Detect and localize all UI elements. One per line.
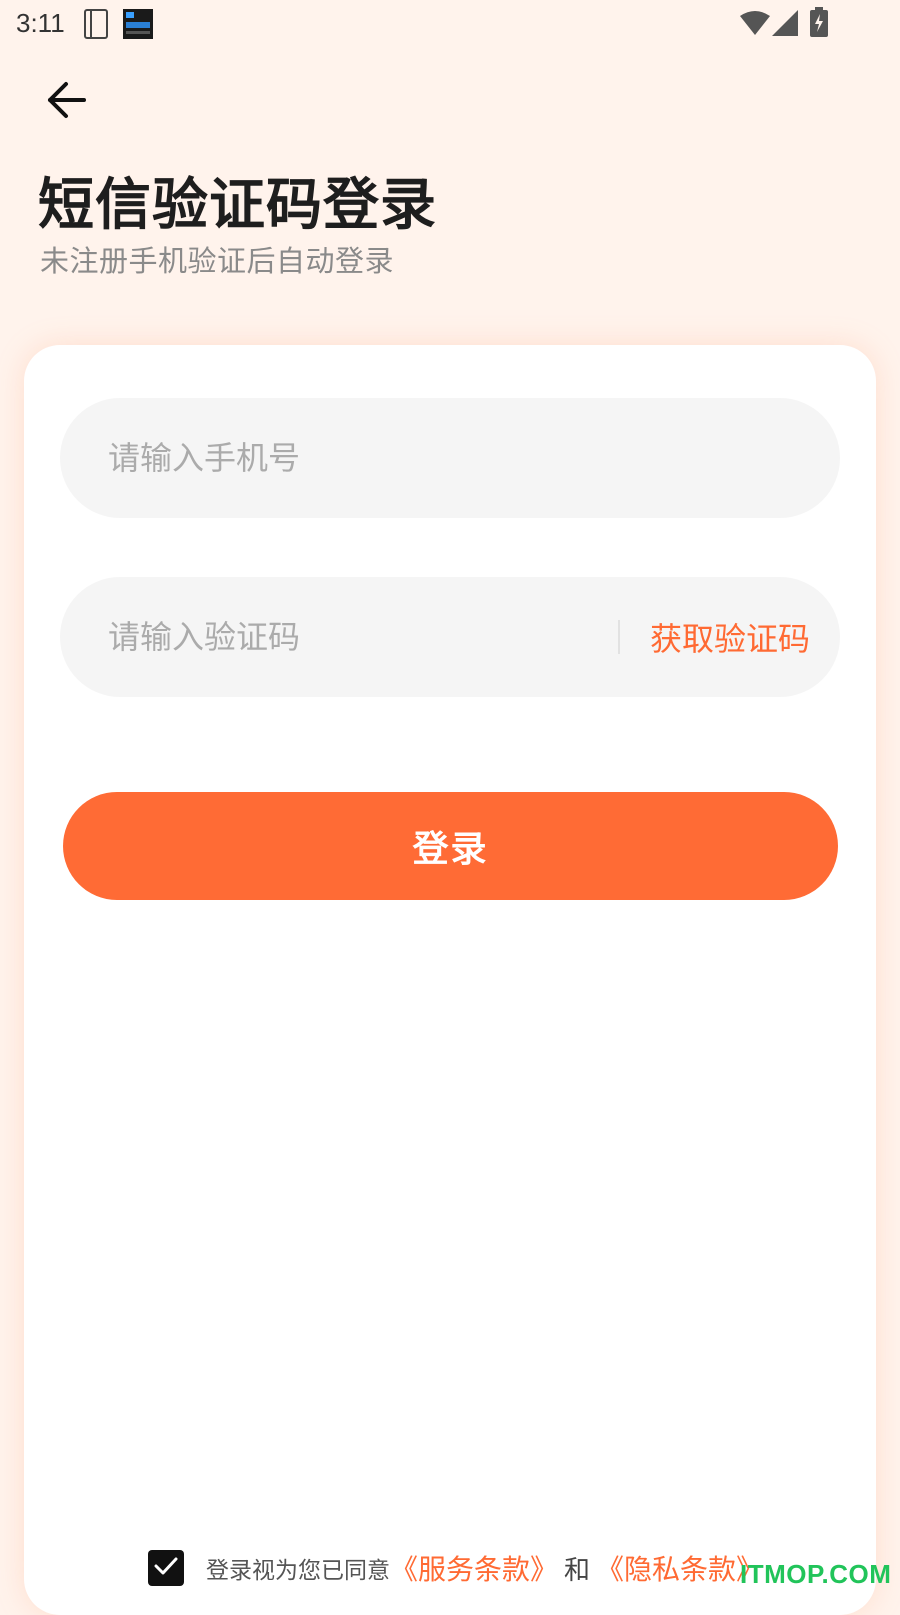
service-terms-link[interactable]: 《服务条款》 <box>390 1548 558 1588</box>
battery-charging-icon <box>810 7 828 41</box>
page-subtitle: 未注册手机验证后自动登录 <box>40 244 395 278</box>
verification-code-input[interactable] <box>108 577 608 697</box>
arrow-left-icon <box>44 80 88 124</box>
code-input-container: 获取验证码 <box>60 577 840 697</box>
agreement-checkbox[interactable] <box>148 1550 184 1586</box>
privacy-terms-link[interactable]: 《隐私条款》 <box>596 1548 764 1588</box>
phone-input-container <box>60 398 840 518</box>
status-bar: 3:11 <box>0 0 900 48</box>
page-title: 短信验证码登录 <box>38 173 437 238</box>
checkmark-icon <box>154 1556 178 1580</box>
app-notification-icon <box>123 9 153 43</box>
code-divider <box>618 620 620 654</box>
get-code-button[interactable]: 获取验证码 <box>640 577 820 697</box>
login-card <box>24 345 876 1615</box>
wifi-icon <box>740 10 770 40</box>
agreement-row: 登录视为您已同意 《服务条款》 和 《隐私条款》 <box>148 1548 764 1588</box>
agreement-prefix: 登录视为您已同意 <box>206 1558 390 1584</box>
sim-card-icon <box>82 9 110 43</box>
login-button[interactable]: 登录 <box>63 792 838 900</box>
status-time: 3:11 <box>16 8 65 38</box>
cellular-signal-icon <box>772 10 798 40</box>
watermark: ITMOP.COM <box>740 1559 892 1589</box>
agreement-and: 和 <box>564 1555 591 1586</box>
back-button[interactable] <box>36 74 96 130</box>
phone-input[interactable] <box>108 398 798 518</box>
